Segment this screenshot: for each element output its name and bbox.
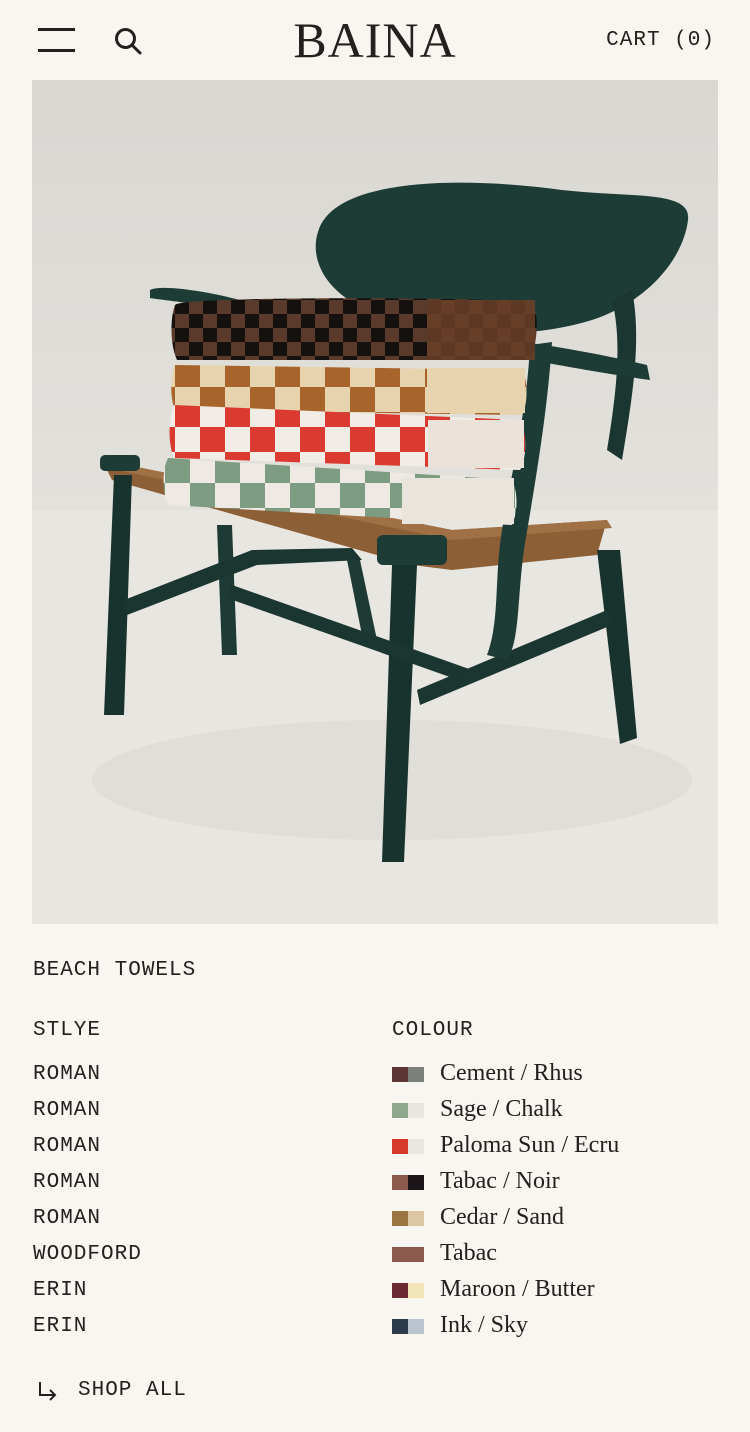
colour-name: Cement / Rhus	[440, 1060, 583, 1086]
style-link[interactable]: WOODFORD	[33, 1242, 142, 1278]
colour-name: Paloma Sun / Ecru	[440, 1132, 620, 1158]
style-link[interactable]: ROMAN	[33, 1098, 142, 1134]
colour-swatch	[392, 1103, 424, 1118]
shop-all-label: SHOP ALL	[78, 1379, 187, 1402]
colour-column-heading: COLOUR	[392, 1019, 474, 1042]
site-header: BAINA CART (0)	[0, 0, 750, 80]
colour-link[interactable]: Maroon / Butter	[392, 1276, 619, 1314]
arrow-down-right-icon	[39, 1382, 57, 1401]
style-link[interactable]: ROMAN	[33, 1170, 142, 1206]
colour-name: Tabac / Noir	[440, 1168, 560, 1194]
colour-link[interactable]: Cedar / Sand	[392, 1204, 619, 1242]
chair-with-towels-illustration	[32, 80, 718, 924]
colour-name: Sage / Chalk	[440, 1096, 563, 1122]
colour-link[interactable]: Sage / Chalk	[392, 1096, 619, 1134]
section-title: BEACH TOWELS	[33, 959, 197, 982]
style-column-heading: STLYE	[33, 1019, 102, 1042]
colour-swatch	[392, 1175, 424, 1190]
colour-swatch	[392, 1067, 424, 1082]
colour-link[interactable]: Tabac	[392, 1240, 619, 1278]
shop-all-link[interactable]: SHOP ALL	[36, 1378, 187, 1404]
colour-name: Tabac	[440, 1240, 497, 1266]
colour-swatch	[392, 1139, 424, 1154]
colour-swatch	[392, 1247, 424, 1262]
colour-link[interactable]: Tabac / Noir	[392, 1168, 619, 1206]
style-link[interactable]: ROMAN	[33, 1206, 142, 1242]
colour-swatch	[392, 1283, 424, 1298]
style-link[interactable]: ERIN	[33, 1314, 142, 1350]
colour-swatch	[392, 1211, 424, 1226]
colour-name: Cedar / Sand	[440, 1204, 564, 1230]
colour-link[interactable]: Ink / Sky	[392, 1312, 619, 1350]
colour-link[interactable]: Paloma Sun / Ecru	[392, 1132, 620, 1170]
hero-image	[32, 80, 718, 924]
style-link[interactable]: ROMAN	[33, 1134, 142, 1170]
colour-name: Ink / Sky	[440, 1312, 529, 1338]
colour-swatch	[392, 1319, 424, 1334]
cart-link[interactable]: CART (0)	[606, 27, 715, 55]
style-link[interactable]: ERIN	[33, 1278, 142, 1314]
colour-list: Cement / Rhus Sage / Chalk Paloma Sun / …	[392, 1060, 620, 1350]
style-link[interactable]: ROMAN	[33, 1062, 142, 1098]
style-list: ROMAN ROMAN ROMAN ROMAN ROMAN WOODFORD E…	[33, 1062, 142, 1350]
colour-link[interactable]: Cement / Rhus	[392, 1060, 619, 1098]
colour-name: Maroon / Butter	[440, 1276, 595, 1302]
